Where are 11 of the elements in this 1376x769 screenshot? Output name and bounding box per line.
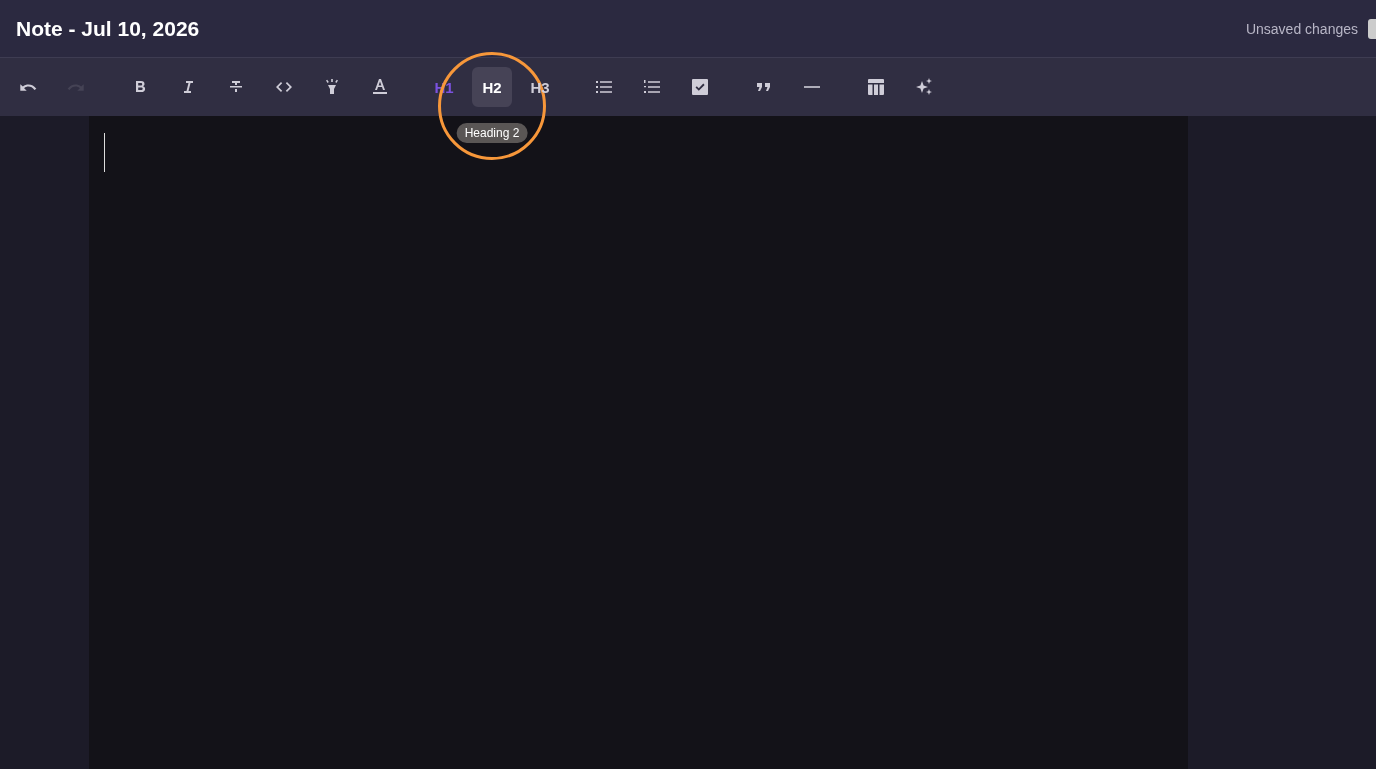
note-title: Note - Jul 10, 2026 xyxy=(16,16,200,41)
tooltip: Heading 2 xyxy=(456,123,528,143)
checkbox-icon xyxy=(690,77,710,97)
heading-button[interactable]: H2 xyxy=(472,67,512,107)
undo-icon xyxy=(19,82,37,92)
sparkle-icon xyxy=(914,77,934,97)
text-color-icon xyxy=(370,77,390,97)
save-icon[interactable] xyxy=(1368,18,1376,39)
table-icon xyxy=(866,77,886,97)
save-status: Unsaved changes xyxy=(1245,20,1358,37)
horizontal-line-icon xyxy=(803,86,821,88)
